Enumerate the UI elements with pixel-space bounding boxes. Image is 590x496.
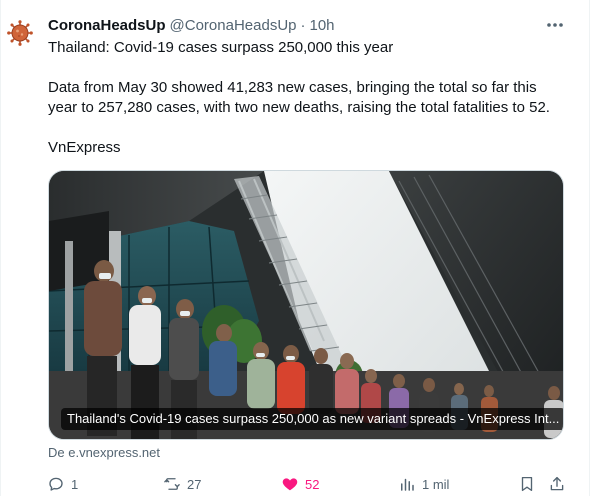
retweet-icon [164, 478, 180, 490]
views-icon [401, 478, 414, 491]
link-card[interactable]: Thailand's Covid-19 cases surpass 250,00… [48, 170, 564, 440]
separator-dot: · [300, 16, 306, 34]
tweet[interactable]: CoronaHeadsUp @CoronaHeadsUp · 10h Thail… [0, 0, 590, 496]
tweet-source-name: VnExpress [48, 139, 121, 156]
virus-avatar-icon [7, 20, 33, 46]
share-button[interactable] [548, 470, 566, 496]
views-count: 1 mil [422, 476, 450, 492]
author-handle[interactable]: @CoronaHeadsUp [170, 17, 297, 34]
retweet-count: 27 [187, 476, 202, 492]
tweet-header: CoronaHeadsUp @CoronaHeadsUp · 10h [48, 15, 335, 35]
tweet-headline: Thailand: Covid-19 cases surpass 250,000… [48, 39, 394, 56]
tweet-body-line-1: Data from May 30 showed 41,283 new cases… [48, 79, 537, 96]
retweet-button[interactable]: 27 [163, 470, 201, 496]
more-icon [547, 23, 563, 27]
tweet-body-line-2: year to 257,280 cases, with two new deat… [48, 99, 550, 116]
more-button[interactable] [544, 15, 566, 35]
views-button[interactable]: 1 mil [398, 470, 449, 496]
reply-button[interactable]: 1 [47, 470, 78, 496]
like-count: 52 [305, 476, 320, 492]
avatar[interactable] [7, 20, 33, 46]
action-bar: 1 27 52 1 mil [1, 470, 590, 496]
reply-icon [49, 477, 63, 491]
card-title: Thailand's Covid-19 cases surpass 250,00… [61, 408, 563, 430]
card-source-link[interactable]: De e.vnexpress.net [48, 445, 160, 460]
card-photo [49, 171, 563, 439]
timestamp[interactable]: 10h [310, 17, 335, 34]
reply-count: 1 [71, 476, 79, 492]
author-name[interactable]: CoronaHeadsUp [48, 17, 166, 34]
bookmark-button[interactable] [518, 470, 536, 496]
like-button[interactable]: 52 [281, 470, 319, 496]
share-icon [550, 476, 564, 491]
bookmark-icon [521, 476, 533, 492]
heart-icon [282, 478, 298, 491]
